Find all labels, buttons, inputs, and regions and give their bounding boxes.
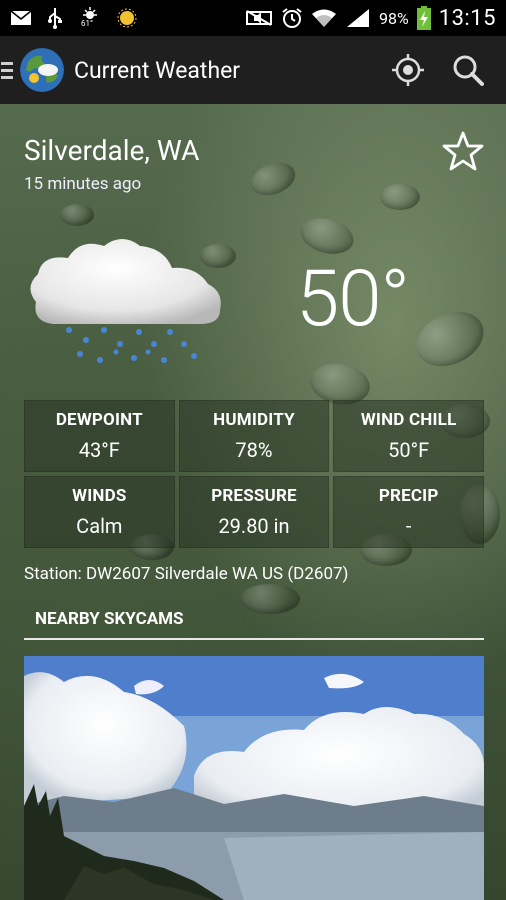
stat-winds: WINDS Calm: [24, 476, 175, 548]
signal-icon: [345, 7, 371, 29]
clock: 13:15: [438, 5, 496, 31]
stat-humidity: HUMIDITY 78%: [178, 400, 330, 472]
mute-icon: [245, 7, 273, 29]
location-button[interactable]: [378, 36, 438, 104]
favorite-button[interactable]: [440, 128, 486, 174]
stat-pressure: PRESSURE 29.80 in: [178, 476, 330, 548]
skycams-header: NEARBY SKYCAMS: [24, 604, 484, 640]
weather-content[interactable]: Silverdale, WA 15 minutes ago 50° DEWPOI…: [0, 104, 506, 900]
sun-icon: [116, 7, 138, 29]
skycam-photo: [24, 656, 484, 900]
status-right: 98% 13:15: [245, 6, 496, 31]
app-logo-icon[interactable]: [20, 48, 64, 92]
weather-notification-icon: 61°: [78, 7, 104, 29]
search-button[interactable]: [438, 36, 498, 104]
search-icon: [453, 55, 484, 86]
location-title: Silverdale, WA: [24, 134, 200, 167]
conditions-grid: DEWPOINT 43°F HUMIDITY 78% WIND CHILL 50…: [24, 400, 484, 548]
stat-value: -: [405, 514, 412, 538]
usb-icon: [44, 7, 66, 29]
stat-wind-chill: WIND CHILL 50°F: [333, 400, 484, 472]
stat-label: WINDS: [72, 486, 127, 506]
stat-value: Calm: [76, 514, 123, 538]
nav-drawer-icon[interactable]: [0, 36, 16, 104]
station-info: Station: DW2607 Silverdale WA US (D2607): [24, 564, 349, 584]
cloud-rain-icon: [24, 232, 234, 372]
alarm-icon: [281, 7, 303, 29]
stat-value: 29.80 in: [218, 514, 290, 538]
stat-value: 43°F: [78, 438, 120, 462]
updated-time: 15 minutes ago: [24, 174, 142, 194]
star-icon: [442, 131, 484, 171]
current-temperature: 50°: [296, 254, 410, 345]
stat-precip: PRECIP -: [333, 476, 484, 548]
app-title: Current Weather: [74, 56, 241, 84]
action-bar: Current Weather: [0, 36, 506, 104]
stat-dewpoint: DEWPOINT 43°F: [24, 400, 175, 472]
mail-icon: [10, 7, 32, 29]
skycams-title: NEARBY SKYCAMS: [35, 609, 184, 629]
wifi-icon: [311, 7, 337, 29]
stat-label: PRECIP: [378, 486, 439, 506]
stat-label: PRESSURE: [211, 486, 297, 506]
location-icon: [392, 54, 424, 86]
stat-label: WIND CHILL: [360, 410, 457, 430]
stat-label: DEWPOINT: [55, 410, 143, 430]
stat-value: 50°F: [388, 438, 430, 462]
notification-temp: 61°: [81, 19, 93, 28]
status-bar: 61° 98% 13:15: [0, 0, 506, 36]
stat-value: 78%: [235, 438, 273, 462]
stat-label: HUMIDITY: [213, 410, 295, 430]
status-left: 61°: [10, 7, 245, 29]
battery-charging-icon: [416, 6, 431, 30]
battery-percent: 98%: [379, 8, 409, 28]
skycam-image[interactable]: [24, 656, 484, 900]
